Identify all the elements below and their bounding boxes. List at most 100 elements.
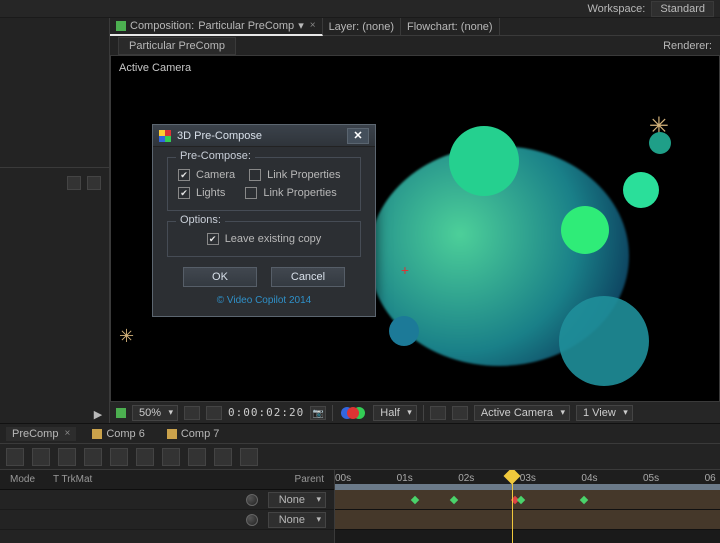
play-icon[interactable]: ▶ — [86, 404, 110, 424]
channel-icon[interactable] — [347, 407, 359, 419]
parent-dropdown[interactable]: None — [268, 492, 326, 508]
view-dropdown[interactable]: Active Camera — [474, 405, 570, 421]
ok-button[interactable]: OK — [183, 267, 257, 287]
anchor-icon: + — [401, 262, 409, 278]
layer-row[interactable]: None — [0, 510, 334, 530]
ruler-tick: 05s — [643, 473, 659, 484]
timeline-right[interactable]: 00s 01s 02s 03s 04s 05s 06 — [335, 470, 720, 543]
toolbar-icon[interactable] — [32, 448, 50, 466]
toolbar-icon[interactable] — [162, 448, 180, 466]
toolbar-icon[interactable] — [110, 448, 128, 466]
ruler-tick: 06 — [705, 473, 716, 484]
fieldset-legend: Options: — [176, 214, 225, 226]
checkbox-icon[interactable] — [178, 187, 190, 199]
lights-checkbox-row[interactable]: Lights — [178, 187, 225, 199]
col-mode: Mode — [10, 474, 35, 485]
close-icon[interactable]: × — [310, 20, 316, 31]
renderer-label: Renderer: — [663, 40, 712, 52]
col-parent: Parent — [295, 474, 324, 485]
layer-row[interactable]: None — [0, 490, 334, 510]
comp-icon — [92, 429, 102, 439]
zoom-dropdown[interactable]: 50% — [132, 405, 178, 421]
transparency-grid-icon[interactable] — [452, 406, 468, 420]
fieldset-legend: Pre-Compose: — [176, 150, 255, 162]
toolbar-icon[interactable] — [58, 448, 76, 466]
lights-link-checkbox-row[interactable]: Link Properties — [245, 187, 336, 199]
particle — [561, 206, 609, 254]
comp-name: Particular PreComp — [198, 20, 294, 32]
col-trkmat: T TrkMat — [53, 474, 92, 485]
flowchart-tab[interactable]: Flowchart: (none) — [401, 18, 500, 36]
toolbar-icon[interactable] — [240, 448, 258, 466]
mask-icon[interactable] — [206, 406, 222, 420]
workspace-bar: Workspace: Standard — [0, 0, 720, 18]
left-panel-icons — [0, 168, 109, 198]
workspace-label: Workspace: — [587, 3, 645, 15]
timecode[interactable]: 0:00:02:20 — [228, 406, 304, 419]
separator — [423, 405, 424, 421]
ruler-tick: 00s — [335, 473, 351, 484]
snapshot-icon[interactable] — [310, 406, 326, 420]
workspace-dropdown[interactable]: Standard — [651, 1, 714, 17]
close-button[interactable]: ✕ — [347, 128, 369, 144]
composition-subtabs: Particular PreComp Renderer: — [110, 36, 720, 56]
timeline-tab[interactable]: Comp 7 — [161, 427, 226, 441]
timeline-left: Mode T TrkMat Parent None None — [0, 470, 335, 543]
options-fieldset: Options: Leave existing copy — [167, 221, 361, 257]
comp-icon[interactable] — [116, 408, 126, 418]
composition-tabs: Composition: Particular PreComp ▾ × Laye… — [110, 18, 720, 36]
camera-checkbox-row[interactable]: Camera — [178, 169, 235, 181]
layer-track[interactable] — [335, 510, 720, 530]
layer-track[interactable] — [335, 490, 720, 510]
tab-label: Comp 6 — [106, 428, 145, 440]
tab-label: PreComp — [12, 428, 58, 440]
leave-copy-checkbox-row[interactable]: Leave existing copy — [207, 233, 322, 245]
pickwhip-icon[interactable] — [246, 514, 258, 526]
composition-tab-active[interactable]: Composition: Particular PreComp ▾ × — [110, 18, 323, 36]
dialog-titlebar[interactable]: 3D Pre-Compose ✕ — [153, 125, 375, 147]
timeline-toolbar — [0, 444, 720, 470]
toolbar-icon[interactable] — [214, 448, 232, 466]
toolbar-icon[interactable] — [188, 448, 206, 466]
panel-icon[interactable] — [67, 176, 81, 190]
ruler-tick: 02s — [458, 473, 474, 484]
layer-bar[interactable] — [335, 490, 720, 509]
cancel-button[interactable]: Cancel — [271, 267, 345, 287]
view-count-dropdown[interactable]: 1 View — [576, 405, 633, 421]
checkbox-icon[interactable] — [178, 169, 190, 181]
layer-bar[interactable] — [335, 510, 720, 529]
tab-menu-icon[interactable]: ▾ — [298, 19, 304, 32]
comp-prefix: Composition: — [130, 20, 194, 32]
grid-icon[interactable] — [184, 406, 200, 420]
particle — [623, 172, 659, 208]
camera-label: Camera — [196, 169, 235, 181]
dialog-body: Pre-Compose: Camera Link Properties Ligh… — [153, 147, 375, 316]
particle — [649, 132, 671, 154]
resolution-dropdown[interactable]: Half — [373, 405, 417, 421]
timeline-tab[interactable]: PreComp × — [6, 427, 76, 441]
panel-icon[interactable] — [87, 176, 101, 190]
checkbox-icon[interactable] — [245, 187, 257, 199]
timeline-tabs: PreComp × Comp 6 Comp 7 — [0, 424, 720, 444]
lights-label: Lights — [196, 187, 225, 199]
active-camera-label: Active Camera — [119, 62, 191, 74]
precompose-fieldset: Pre-Compose: Camera Link Properties Ligh… — [167, 157, 361, 211]
current-time-indicator[interactable] — [512, 470, 513, 543]
toolbar-icon[interactable] — [84, 448, 102, 466]
parent-dropdown[interactable]: None — [268, 512, 326, 528]
region-icon[interactable] — [430, 406, 446, 420]
time-ruler[interactable]: 00s 01s 02s 03s 04s 05s 06 — [335, 470, 720, 490]
timeline-tab[interactable]: Comp 6 — [86, 427, 151, 441]
layer-tab[interactable]: Layer: (none) — [323, 18, 401, 36]
toolbar-icon[interactable] — [6, 448, 24, 466]
column-headers: Mode T TrkMat Parent — [0, 470, 334, 490]
pickwhip-icon[interactable] — [246, 494, 258, 506]
tab-label: Comp 7 — [181, 428, 220, 440]
camera-link-checkbox-row[interactable]: Link Properties — [249, 169, 340, 181]
close-icon[interactable]: × — [64, 428, 70, 439]
star-icon: ✳ — [119, 326, 134, 347]
checkbox-icon[interactable] — [249, 169, 261, 181]
toolbar-icon[interactable] — [136, 448, 154, 466]
subtab-active[interactable]: Particular PreComp — [118, 37, 236, 55]
checkbox-icon[interactable] — [207, 233, 219, 245]
